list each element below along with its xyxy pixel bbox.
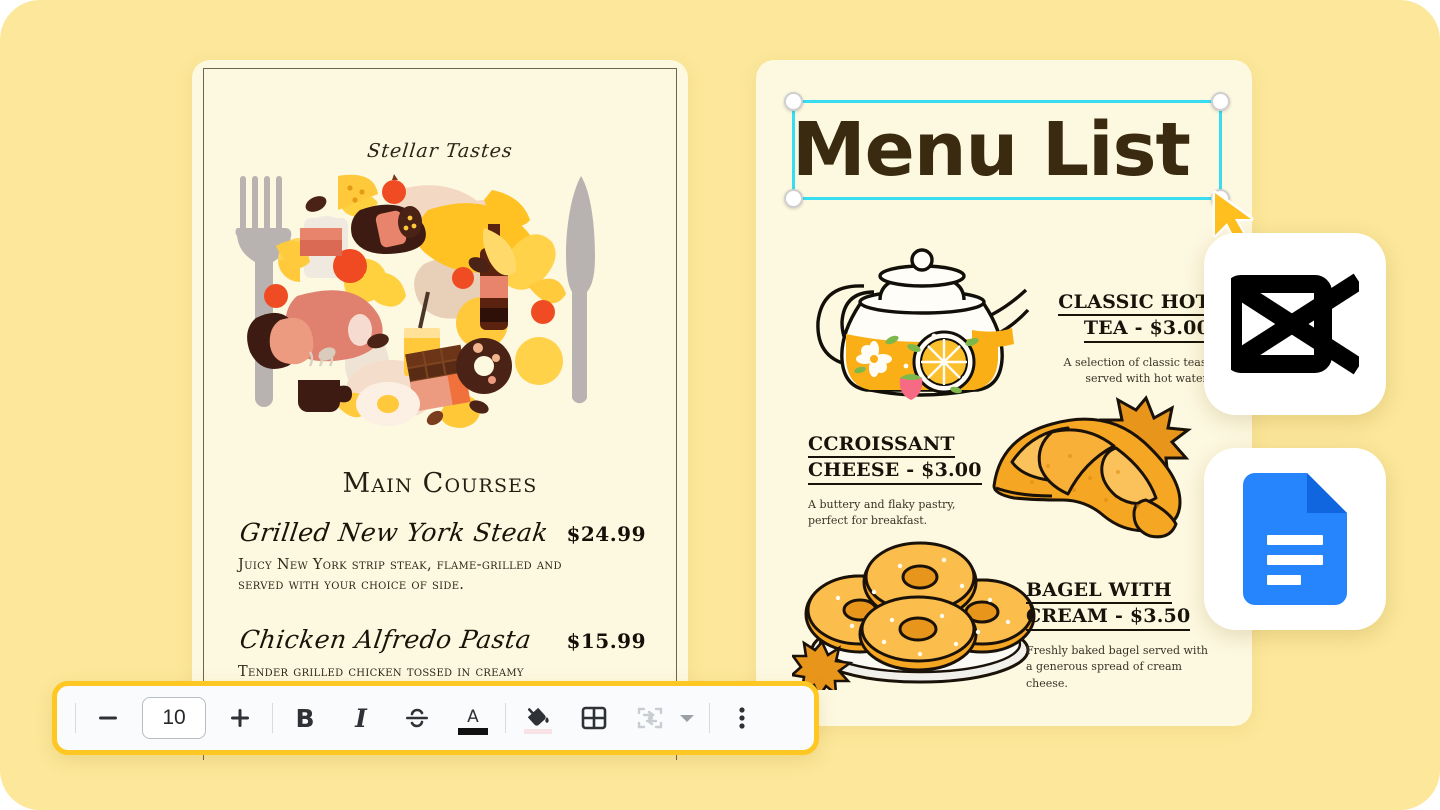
more-options-icon: [739, 707, 745, 729]
item-heading-line: TEA - $3.00: [1083, 316, 1210, 343]
capcut-logo: [1231, 273, 1359, 375]
item-description: A selection of classic teas, served with…: [1063, 355, 1210, 386]
toolbar-divider: [709, 703, 710, 733]
item-heading-line: CLASSIC HOT: [1058, 290, 1210, 317]
resize-handle-top-left[interactable]: [784, 92, 803, 111]
menu-list-card[interactable]: Menu List CLASSIC HOT TEA - $3.00 A sele…: [756, 60, 1252, 726]
screenshot-canvas: Stellar Tastes Main Courses Grilled New …: [0, 0, 1440, 810]
brand-name: Stellar Tastes: [366, 140, 514, 162]
chevron-down-icon: [680, 715, 694, 722]
plus-icon: [231, 709, 249, 727]
menu-item-name: Chicken Alfredo Pasta: [238, 625, 534, 655]
selection-bounding-box: [784, 92, 1230, 208]
strikethrough-button[interactable]: [394, 695, 440, 741]
merge-dropdown-button[interactable]: [674, 695, 700, 741]
menu-item-name: Grilled New York Steak: [238, 518, 551, 547]
more-options-button[interactable]: [719, 695, 765, 741]
menu-document-card[interactable]: Stellar Tastes Main Courses Grilled New …: [192, 60, 773, 760]
table-icon: [581, 706, 607, 730]
merge-cells-button[interactable]: [627, 695, 673, 741]
title-text-box[interactable]: Menu List: [784, 92, 1230, 208]
fill-color-swatch: [524, 729, 552, 734]
bold-button[interactable]: B: [282, 695, 328, 741]
item-heading: CCROISSANT CHEESE - $3.00: [808, 432, 998, 485]
menu-item-tea[interactable]: CLASSIC HOT TEA - $3.00 A selection of c…: [1035, 290, 1210, 388]
knife-shape: [566, 176, 595, 404]
capcut-app-icon[interactable]: [1204, 233, 1386, 415]
item-description: Freshly baked bagel served with a genero…: [1026, 643, 1208, 690]
resize-handle-bottom-left[interactable]: [784, 189, 803, 208]
toolbar-divider: [505, 703, 506, 733]
teapot-illustration: [796, 238, 1036, 413]
menu-item-row[interactable]: Grilled New York Steak $24.99 Juicy New …: [238, 518, 646, 595]
resize-handle-top-right[interactable]: [1211, 92, 1230, 111]
item-heading: CLASSIC HOT TEA - $3.00: [1035, 290, 1210, 343]
google-docs-logo: [1243, 473, 1347, 605]
italic-button[interactable]: I: [338, 695, 384, 741]
bagel-illustration: [789, 530, 1042, 700]
item-heading-line: CCROISSANT: [808, 432, 955, 459]
svg-text:A: A: [467, 707, 479, 727]
font-size-value: 10: [162, 706, 186, 729]
menu-item-price: $15.99: [566, 629, 646, 654]
item-description: A buttery and flaky pastry, perfect for …: [808, 497, 956, 528]
formatting-toolbar[interactable]: 10 B I A: [52, 681, 819, 755]
merge-cells-icon: [637, 707, 663, 729]
decrease-font-size-button[interactable]: [85, 695, 131, 741]
menu-item-croissant[interactable]: CCROISSANT CHEESE - $3.00 A buttery and …: [808, 432, 998, 530]
strikethrough-icon: [406, 708, 428, 728]
menu-item-bagel[interactable]: BAGEL WITH CREAM - $3.50 Freshly baked b…: [1026, 578, 1216, 692]
food-items-circle: [247, 174, 566, 428]
text-color-button[interactable]: A: [450, 695, 496, 741]
fill-color-button[interactable]: [515, 695, 561, 741]
toolbar-divider: [272, 703, 273, 733]
menu-item-description: Juicy New York strip steak, flame-grille…: [238, 557, 562, 593]
item-heading: BAGEL WITH CREAM - $3.50: [1026, 578, 1216, 631]
table-button[interactable]: [571, 695, 617, 741]
text-color-swatch: [458, 728, 488, 735]
menu-item-price: $24.99: [566, 522, 646, 546]
item-heading-line: CHEESE - $3.00: [808, 458, 982, 485]
toolbar-divider: [75, 703, 76, 733]
increase-font-size-button[interactable]: [217, 695, 263, 741]
minus-icon: [99, 716, 117, 720]
item-heading-line: CREAM - $3.50: [1026, 604, 1191, 631]
food-collage-illustration: [192, 168, 688, 458]
fill-color-icon: [527, 707, 549, 726]
section-title: Main Courses: [342, 468, 538, 499]
item-heading-line: BAGEL WITH: [1026, 578, 1172, 605]
google-docs-app-icon[interactable]: [1204, 448, 1386, 630]
font-size-input[interactable]: 10: [142, 697, 206, 739]
